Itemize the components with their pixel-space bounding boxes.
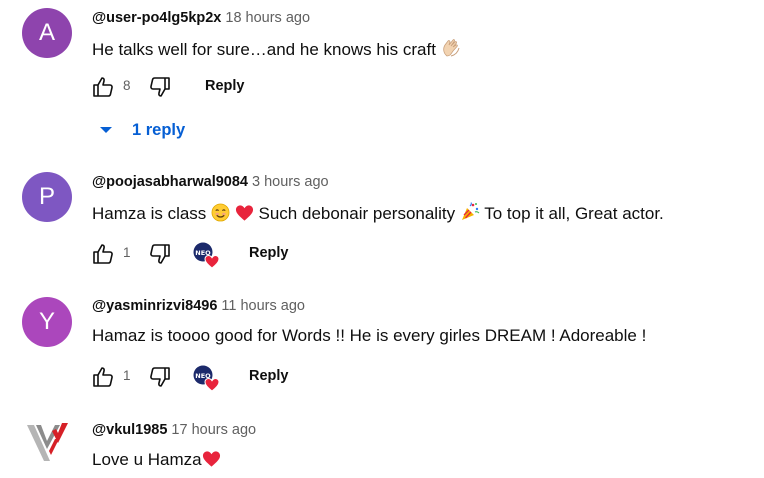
like-count: 1 [123, 368, 131, 383]
like-count: 8 [123, 78, 131, 93]
red-heart-emoji-icon [202, 450, 221, 473]
smiling-face-emoji-icon [211, 203, 230, 227]
timestamp[interactable]: 18 hours ago [225, 10, 310, 26]
comment-header: @user-po4lg5kp2x 18 hours ago [92, 10, 310, 26]
comment-actions: 1 NEO Reply [90, 241, 490, 269]
comment-body-part2: Such debonair personality [258, 204, 456, 223]
comment-header: @yasminrizvi8496 11 hours ago [92, 298, 305, 314]
reply-button[interactable]: Reply [205, 78, 245, 94]
reply-button[interactable]: Reply [249, 368, 289, 384]
like-button[interactable] [90, 74, 116, 100]
creator-heart-badge: NEO [192, 241, 222, 269]
comment-text: Hamza is class Such debonair personality [92, 202, 664, 227]
timestamp[interactable]: 17 hours ago [171, 422, 256, 438]
red-heart-emoji-icon [235, 204, 254, 227]
avatar[interactable] [22, 417, 72, 467]
comment-text: He talks well for sure…and he knows his … [92, 38, 463, 63]
avatar-letter: Y [38, 308, 55, 335]
clapping-hands-emoji-icon [441, 38, 463, 63]
avatar[interactable]: A [22, 8, 72, 58]
dislike-button[interactable] [147, 74, 173, 100]
timestamp[interactable]: 3 hours ago [252, 174, 329, 190]
like-button[interactable] [90, 364, 116, 390]
comment-body: Hamaz is toooo good for Words !! He is e… [92, 326, 647, 345]
comment-actions: 8 Reply [90, 74, 490, 100]
timestamp[interactable]: 11 hours ago [221, 298, 305, 314]
comment-actions: 1 NEO Reply [90, 364, 490, 392]
view-replies-button[interactable]: 1 reply [98, 119, 185, 141]
thumbs-up-icon [93, 244, 113, 264]
thumbs-down-icon [150, 244, 170, 264]
thumbs-down-icon [150, 77, 170, 97]
thumbs-up-icon [93, 367, 113, 387]
author-name[interactable]: @poojasabharwal9084 [92, 174, 248, 190]
comment-body-part3: To top it all, Great actor. [484, 204, 664, 223]
creator-heart-badge: NEO [192, 364, 222, 392]
avatar[interactable]: Y [22, 297, 72, 347]
vk-logo-icon [27, 423, 68, 461]
comment-text: Love u Hamza [92, 450, 221, 473]
party-popper-emoji-icon [460, 202, 480, 227]
comment-text: Hamaz is toooo good for Words !! He is e… [92, 326, 646, 346]
like-button[interactable] [90, 241, 116, 267]
reply-button[interactable]: Reply [249, 245, 289, 261]
dislike-button[interactable] [147, 364, 173, 390]
comment-body: He talks well for sure…and he knows his … [92, 40, 436, 59]
author-name[interactable]: @vkul1985 [92, 422, 167, 438]
dislike-button[interactable] [147, 241, 173, 267]
comment-header: @poojasabharwal9084 3 hours ago [92, 174, 329, 190]
comment-body-part1: Hamza is class [92, 204, 207, 223]
avatar-letter: P [38, 183, 55, 210]
thumbs-up-icon [93, 77, 113, 97]
comment-body: Love u Hamza [92, 450, 202, 469]
like-count: 1 [123, 245, 131, 260]
comment-header: @vkul1985 17 hours ago [92, 422, 256, 438]
avatar-letter: A [38, 19, 55, 46]
avatar[interactable]: P [22, 172, 72, 222]
replies-count-label: 1 reply [132, 120, 186, 139]
author-name[interactable]: @yasminrizvi8496 [92, 298, 217, 314]
caret-down-icon [100, 127, 112, 133]
thumbs-down-icon [150, 367, 170, 387]
author-name[interactable]: @user-po4lg5kp2x [92, 10, 221, 26]
